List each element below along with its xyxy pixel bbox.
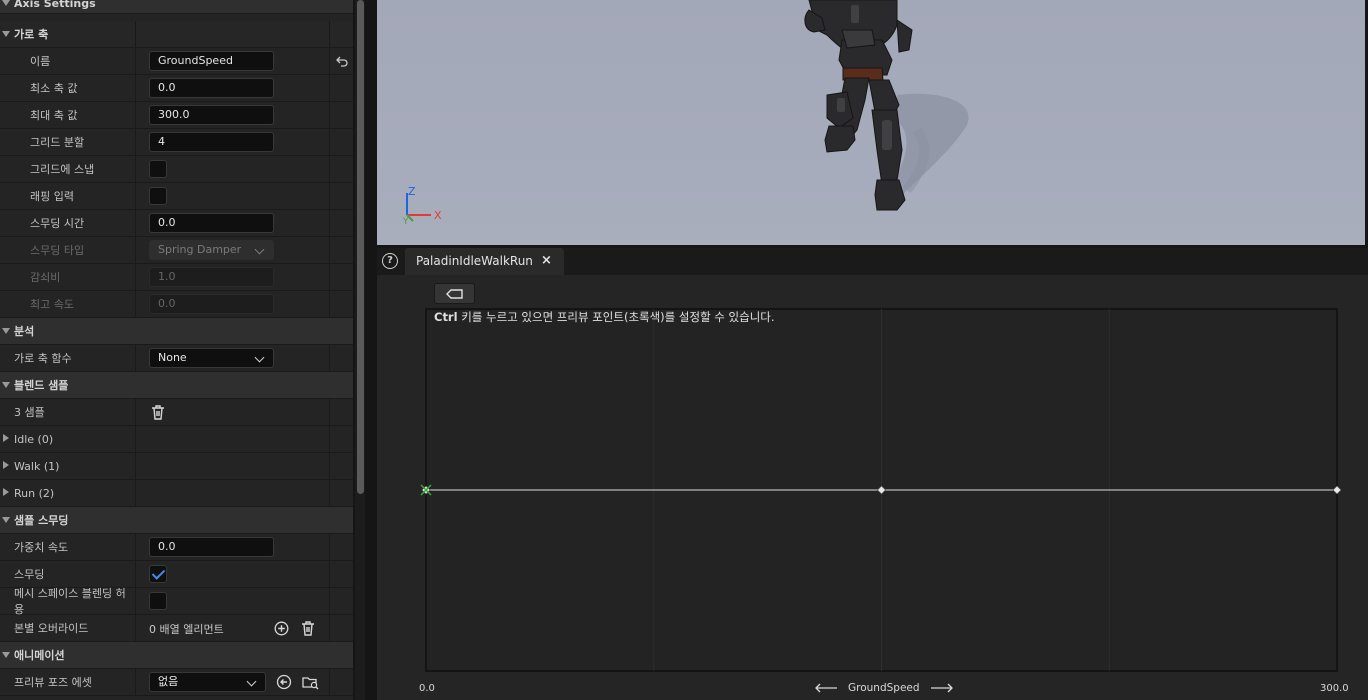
axis-gizmo: Z X Y (402, 185, 442, 227)
preview-pose-dropdown[interactable]: 없음 (149, 672, 266, 692)
sample-row-walk[interactable]: Walk (1) (0, 453, 353, 480)
property-row-snap-to-grid: 그리드에 스냅 (0, 156, 353, 183)
property-row-min-axis: 최소 축 값 0.0 (0, 75, 353, 102)
category-blend-samples[interactable]: 블렌드 샘플 (0, 372, 353, 399)
category-animation[interactable]: 애니메이션 (0, 642, 353, 669)
property-row-grid-divisions: 그리드 분할 4 (0, 129, 353, 156)
property-row-wrap-input: 래핑 입력 (0, 183, 353, 210)
expand-arrow-icon (3, 488, 9, 496)
property-row-max-speed: 최고 속도 0.0 (0, 291, 353, 318)
property-row-axis-function: 가로 축 함수 None (0, 345, 353, 372)
chevron-down-icon (246, 676, 257, 687)
close-icon[interactable]: × (541, 253, 552, 268)
property-row-damping-ratio: 감쇠비 1.0 (0, 264, 353, 291)
details-scrollbar-thumb[interactable] (357, 0, 364, 494)
chevron-down-icon (254, 352, 265, 363)
max-axis-value-input[interactable]: 300.0 (149, 105, 274, 125)
snap-to-grid-checkbox[interactable] (149, 160, 167, 178)
bone-override-count: 0 배열 엘리먼트 (149, 623, 224, 636)
arrow-left-icon (815, 683, 837, 693)
property-row-smoothing: 스무딩 (0, 561, 353, 588)
property-row-max-axis: 최대 축 값 300.0 (0, 102, 353, 129)
preview-viewport[interactable]: Z X Y (377, 0, 1365, 245)
ctrl-hint-text: Ctrl 키를 누르고 있으면 프리뷰 포인트(초록색)를 설정할 수 있습니다… (434, 310, 775, 324)
collapse-arrow-icon (2, 517, 10, 523)
category-sample-smoothing[interactable]: 샘플 스무딩 (0, 507, 353, 534)
sample-row-run[interactable]: Run (2) (0, 480, 353, 507)
smoothing-checkbox[interactable] (149, 565, 167, 583)
collapse-arrow-icon (2, 328, 10, 334)
property-row-mesh-space-blend: 메시 스페이스 블렌딩 허용 (0, 587, 353, 616)
min-axis-value-input[interactable]: 0.0 (149, 78, 274, 98)
blendspace-graph[interactable]: Ctrl 키를 누르고 있으면 프리뷰 포인트(초록색)를 설정할 수 있습니다… (377, 275, 1368, 700)
tab-label: PaladinIdleWalkRun (416, 254, 533, 268)
character-preview: Z X Y (402, 0, 969, 227)
blendspace-canvas[interactable] (377, 275, 1368, 700)
svg-text:Z: Z (408, 185, 416, 198)
smoothing-type-dropdown: Spring Damper (149, 240, 274, 260)
category-analysis[interactable]: 분석 (0, 318, 353, 345)
help-icon[interactable]: ? (382, 253, 398, 269)
trash-icon[interactable] (149, 403, 167, 421)
property-row-name: 이름 GroundSpeed (0, 48, 353, 75)
add-element-icon[interactable] (272, 619, 290, 637)
property-row-sample-count: 3 샘플 (0, 399, 353, 426)
property-row-bone-override: 본별 오버라이드 0 배열 엘리먼트 (0, 615, 353, 642)
category-axis-settings[interactable]: Axis Settings (0, 0, 353, 14)
smoothing-time-input[interactable]: 0.0 (149, 213, 274, 233)
collapse-arrow-icon (2, 31, 10, 37)
trash-icon[interactable] (299, 619, 317, 637)
property-row-weight-speed: 가중치 속도 0.0 (0, 534, 353, 561)
axis-function-dropdown[interactable]: None (149, 348, 274, 368)
tab-paladin-idle-walk-run[interactable]: PaladinIdleWalkRun × (405, 248, 564, 275)
weight-speed-input[interactable]: 0.0 (149, 537, 274, 557)
details-panel: Axis Settings 가로 축 이름 GroundSpeed 최소 축 값… (0, 0, 353, 700)
axis-name-caption: GroundSpeed (814, 682, 954, 694)
max-speed-input: 0.0 (149, 294, 274, 314)
tag-icon (445, 288, 463, 299)
expand-arrow-icon (3, 461, 9, 469)
axis-max-label: 300.0 (1320, 683, 1349, 694)
collapse-arrow-icon (2, 382, 10, 388)
expand-arrow-icon (3, 434, 9, 442)
use-selected-asset-icon[interactable] (275, 673, 293, 691)
axis-min-label: 0.0 (419, 683, 435, 694)
toggle-labels-button[interactable] (434, 283, 475, 304)
property-row-smoothing-time: 스무딩 시간 0.0 (0, 210, 353, 237)
wrap-input-checkbox[interactable] (149, 187, 167, 205)
axis-name-input[interactable]: GroundSpeed (149, 51, 274, 71)
sample-row-idle[interactable]: Idle (0) (0, 426, 353, 453)
browse-asset-icon[interactable] (301, 673, 319, 691)
property-row-preview-pose: 프리뷰 포즈 에셋 없음 (0, 669, 353, 696)
collapse-arrow-icon (2, 652, 10, 658)
editor-tab-bar: ? PaladinIdleWalkRun × (377, 248, 1368, 275)
collapse-arrow-icon (2, 0, 10, 6)
reset-to-default-icon[interactable] (331, 48, 353, 74)
property-row-smoothing-type: 스무딩 타입 Spring Damper (0, 237, 353, 264)
chevron-down-icon (254, 244, 265, 255)
mesh-space-blend-checkbox[interactable] (149, 592, 167, 610)
svg-text:X: X (434, 209, 442, 222)
category-horizontal-axis[interactable]: 가로 축 (0, 21, 353, 48)
arrow-right-icon (930, 683, 953, 693)
grid-divisions-input[interactable]: 4 (149, 132, 274, 152)
svg-text:Y: Y (402, 217, 409, 227)
damping-ratio-input: 1.0 (149, 267, 274, 287)
